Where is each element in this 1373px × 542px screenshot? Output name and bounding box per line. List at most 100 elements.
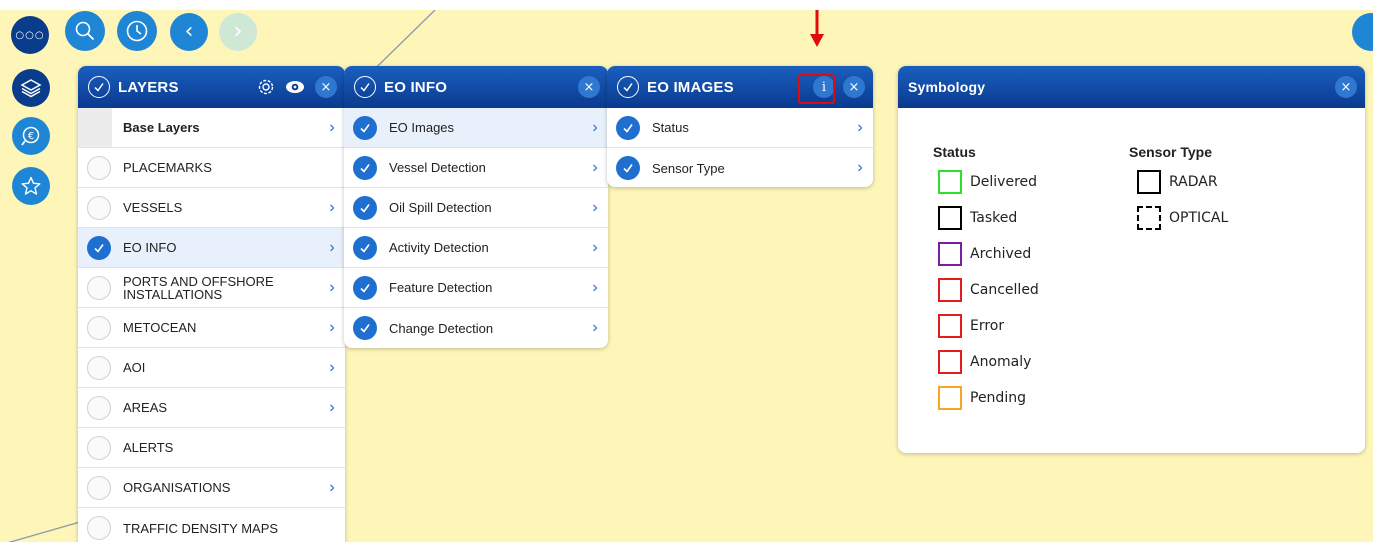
- eo-info-item[interactable]: Change Detection ›: [344, 308, 608, 348]
- star-icon: [20, 175, 42, 197]
- eo-info-item[interactable]: Vessel Detection ›: [344, 148, 608, 188]
- chevron-right-icon[interactable]: ›: [325, 319, 339, 337]
- checked-icon[interactable]: [616, 115, 640, 140]
- unchecked-icon[interactable]: [87, 315, 111, 340]
- eo-info-item-label: Vessel Detection: [389, 160, 486, 175]
- unchecked-icon[interactable]: [87, 355, 111, 380]
- layer-item-label: PORTS AND OFFSHORE INSTALLATIONS: [123, 273, 274, 302]
- eo-info-item-label: Oil Spill Detection: [389, 200, 492, 215]
- eye-icon[interactable]: [285, 80, 305, 94]
- close-icon[interactable]: ×: [843, 76, 865, 98]
- layer-item[interactable]: TRAFFIC DENSITY MAPS: [78, 508, 345, 542]
- eo-info-title: EO INFO: [384, 78, 448, 96]
- check-all-icon[interactable]: [354, 76, 376, 98]
- chevron-right-icon[interactable]: ›: [588, 279, 602, 297]
- layer-item[interactable]: Base Layers ›: [78, 108, 345, 148]
- layer-item[interactable]: ORGANISATIONS ›: [78, 468, 345, 508]
- forward-icon: ›: [233, 19, 243, 44]
- eo-info-item[interactable]: EO Images ›: [344, 108, 608, 148]
- chevron-right-icon[interactable]: ›: [325, 119, 339, 137]
- layer-item[interactable]: AREAS ›: [78, 388, 345, 428]
- status-legend-item: Delivered: [938, 164, 1039, 200]
- chevron-right-icon[interactable]: ›: [325, 359, 339, 377]
- annotation-arrow-icon: [810, 10, 824, 47]
- search-button[interactable]: [65, 11, 105, 51]
- history-button[interactable]: [117, 11, 157, 51]
- status-heading: Status: [933, 144, 976, 160]
- layer-item-label: PLACEMARKS: [123, 160, 212, 175]
- layers-button[interactable]: [12, 69, 50, 107]
- close-icon[interactable]: ×: [1335, 76, 1357, 98]
- layer-item[interactable]: EO INFO ›: [78, 228, 345, 268]
- chevron-right-icon[interactable]: ›: [588, 199, 602, 217]
- settings-icon[interactable]: [257, 78, 275, 96]
- eo-info-item[interactable]: Activity Detection ›: [344, 228, 608, 268]
- chevron-right-icon[interactable]: ›: [588, 239, 602, 257]
- eo-info-item[interactable]: Feature Detection ›: [344, 268, 608, 308]
- eo-images-list: Status › Sensor Type ›: [607, 108, 873, 187]
- checked-icon[interactable]: [353, 316, 377, 340]
- status-legend-item: Pending: [938, 380, 1039, 416]
- unchecked-icon[interactable]: [87, 516, 111, 540]
- status-label: Anomaly: [970, 354, 1032, 370]
- layer-item-label: EO INFO: [123, 240, 177, 255]
- unchecked-icon[interactable]: [87, 395, 111, 420]
- layer-item[interactable]: ALERTS: [78, 428, 345, 468]
- check-all-icon[interactable]: [88, 76, 110, 98]
- more-button[interactable]: ○○○: [11, 16, 49, 54]
- status-legend-item: Error: [938, 308, 1039, 344]
- unchecked-icon[interactable]: [87, 195, 111, 220]
- checked-icon[interactable]: [87, 235, 111, 260]
- eo-info-item[interactable]: Oil Spill Detection ›: [344, 188, 608, 228]
- status-label: Cancelled: [970, 282, 1039, 298]
- close-icon[interactable]: ×: [578, 76, 600, 98]
- status-legend-item: Cancelled: [938, 272, 1039, 308]
- status-swatch: [938, 242, 962, 266]
- unchecked-icon[interactable]: [87, 275, 111, 300]
- eo-images-item[interactable]: Sensor Type ›: [607, 148, 873, 187]
- financial-search-button[interactable]: €: [12, 117, 50, 155]
- checked-icon[interactable]: [353, 235, 377, 260]
- unchecked-icon[interactable]: [87, 435, 111, 460]
- checked-icon[interactable]: [353, 275, 377, 300]
- eo-info-panel: EO INFO × EO Images › Vessel Detection › Oil…: [344, 66, 608, 348]
- chevron-right-icon[interactable]: ›: [325, 199, 339, 217]
- favorites-button[interactable]: [12, 167, 50, 205]
- status-label: Archived: [970, 246, 1032, 262]
- status-swatch: [938, 206, 962, 230]
- chevron-right-icon[interactable]: ›: [325, 399, 339, 417]
- eo-info-list: EO Images › Vessel Detection › Oil Spill Det…: [344, 108, 608, 348]
- chevron-right-icon[interactable]: ›: [325, 479, 339, 497]
- clock-icon: [125, 19, 149, 43]
- checked-icon[interactable]: [353, 115, 377, 140]
- layer-item[interactable]: PLACEMARKS: [78, 148, 345, 188]
- forward-button[interactable]: ›: [219, 13, 257, 51]
- layer-item[interactable]: PORTS AND OFFSHORE INSTALLATIONS ›: [78, 268, 345, 308]
- sensor-legend-item: OPTICAL: [1137, 200, 1228, 236]
- layer-item[interactable]: AOI ›: [78, 348, 345, 388]
- eo-images-item[interactable]: Status ›: [607, 108, 873, 148]
- chevron-right-icon[interactable]: ›: [588, 159, 602, 177]
- chevron-right-icon[interactable]: ›: [325, 279, 339, 297]
- back-button[interactable]: ‹: [170, 13, 208, 51]
- unchecked-icon[interactable]: [87, 475, 111, 500]
- chevron-right-icon[interactable]: ›: [853, 119, 867, 137]
- unchecked-icon[interactable]: [87, 155, 111, 180]
- close-icon[interactable]: ×: [315, 76, 337, 98]
- status-label: Tasked: [970, 210, 1018, 226]
- chevron-right-icon[interactable]: ›: [325, 239, 339, 257]
- checked-icon[interactable]: [353, 155, 377, 180]
- check-all-icon[interactable]: [617, 76, 639, 98]
- chevron-right-icon[interactable]: ›: [588, 119, 602, 137]
- layer-item-label: AOI: [123, 360, 146, 375]
- layer-item[interactable]: METOCEAN ›: [78, 308, 345, 348]
- layers-icon: [20, 77, 42, 99]
- layer-item[interactable]: VESSELS ›: [78, 188, 345, 228]
- search-icon: [74, 20, 96, 42]
- eo-info-item-label: Activity Detection: [389, 240, 489, 255]
- checked-icon[interactable]: [353, 195, 377, 220]
- chevron-right-icon[interactable]: ›: [588, 319, 602, 337]
- chevron-right-icon[interactable]: ›: [853, 159, 867, 177]
- status-swatch: [938, 170, 962, 194]
- checked-icon[interactable]: [616, 156, 640, 180]
